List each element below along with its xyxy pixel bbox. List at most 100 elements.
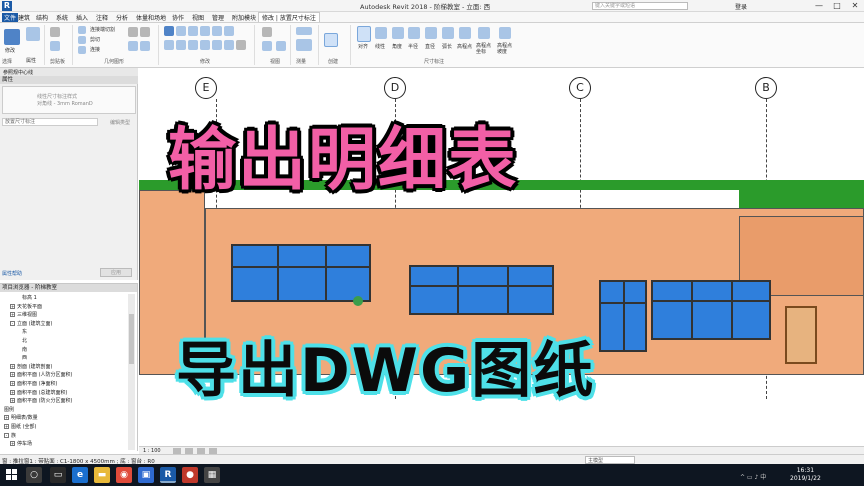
browser-tree-item[interactable]: + 剖面 (建筑剖面) — [10, 363, 53, 370]
paint-icon[interactable] — [128, 27, 138, 37]
split-element-icon[interactable] — [212, 26, 222, 36]
expand-icon[interactable]: + — [10, 303, 15, 309]
rotate-icon[interactable] — [188, 40, 198, 50]
browser-tree-item[interactable]: 北 — [22, 337, 27, 344]
instance-filter-dropdown[interactable]: 放置尺寸标注 — [2, 118, 98, 126]
grid-bubble-d[interactable]: D — [384, 77, 406, 99]
edit-type-button[interactable]: 编辑类型 — [110, 119, 130, 126]
search-icon[interactable]: ○ — [26, 467, 42, 483]
windows-start-icon[interactable] — [6, 469, 18, 481]
angular-dimension-icon[interactable] — [392, 27, 404, 39]
tab-annotate[interactable]: 注释 — [96, 13, 108, 22]
mirror-draw-icon[interactable] — [200, 26, 210, 36]
tab-view[interactable]: 视图 — [192, 13, 204, 22]
array-icon[interactable] — [200, 40, 210, 50]
copy-element-icon[interactable] — [176, 40, 186, 50]
view-override-icon[interactable] — [262, 41, 272, 51]
tab-modify-dimension[interactable]: 修改 | 放置尺寸标注 — [258, 12, 320, 22]
close-button[interactable]: ✕ — [846, 0, 864, 12]
door-right[interactable] — [785, 306, 817, 364]
spot-elevation-icon[interactable] — [459, 27, 471, 39]
expand-icon[interactable]: + — [10, 372, 15, 378]
expand-icon[interactable]: + — [4, 424, 9, 429]
browser-tree-item[interactable]: + 面积平面 (人防分区面积) — [10, 371, 73, 378]
window-upper-left[interactable] — [231, 244, 371, 302]
move-icon[interactable] — [164, 40, 174, 50]
tab-collaborate[interactable]: 协作 — [172, 13, 184, 22]
tab-manage[interactable]: 管理 — [212, 13, 224, 22]
browser-tree-item[interactable]: + 三维视图 — [10, 311, 37, 318]
browser-tree-item[interactable]: + 面积平面 (净面积) — [10, 380, 58, 387]
measure-between-icon[interactable] — [296, 27, 312, 35]
radial-dimension-icon[interactable] — [408, 27, 420, 39]
properties-icon[interactable] — [26, 27, 40, 41]
copy-icon[interactable] — [50, 41, 60, 51]
browser-tree-item[interactable]: 图例 — [4, 406, 14, 413]
browser-tree-item[interactable]: 标高 1 — [22, 294, 37, 301]
file-explorer-icon[interactable]: ▬ — [94, 467, 110, 483]
wall-join-icon[interactable] — [128, 41, 138, 51]
expand-icon[interactable]: + — [10, 312, 15, 318]
pin-icon[interactable] — [224, 40, 234, 50]
browser-tree-item[interactable]: - 立面 (建筑立面) — [10, 320, 53, 327]
tab-structure[interactable]: 结构 — [36, 13, 48, 22]
offset-icon[interactable] — [176, 26, 186, 36]
scale-icon[interactable] — [212, 40, 222, 50]
browser-scrollbar[interactable] — [128, 294, 135, 450]
arc-length-dimension-icon[interactable] — [442, 27, 454, 39]
create-group-icon[interactable] — [324, 33, 338, 47]
view-hide-icon[interactable] — [262, 27, 272, 37]
spot-coordinate-icon[interactable] — [478, 27, 490, 39]
tab-architecture[interactable]: 建筑 — [18, 13, 30, 22]
login-button[interactable]: 登录 — [735, 2, 747, 11]
browser-tree-item[interactable]: + 图纸 (全部) — [4, 423, 37, 430]
diameter-dimension-icon[interactable] — [425, 27, 437, 39]
app2-icon[interactable]: ▦ — [204, 467, 220, 483]
browser-tree-item[interactable]: + 停车场 — [10, 440, 32, 447]
system-tray[interactable]: ^ ▭ ♪ 中 — [740, 472, 766, 481]
aligned-dimension-icon[interactable] — [357, 26, 371, 42]
linear-dimension-icon[interactable] — [375, 27, 387, 39]
revit-taskbar-icon[interactable]: R — [160, 467, 176, 483]
browser-tree-item[interactable]: 南 — [22, 346, 27, 353]
taskbar-clock[interactable]: 16:31 2019/1/22 — [790, 467, 821, 483]
trim-icon[interactable] — [224, 26, 234, 36]
demolish-icon[interactable] — [140, 41, 150, 51]
expand-icon[interactable]: + — [10, 363, 15, 369]
cut-icon[interactable] — [78, 36, 86, 44]
browser-tree-item[interactable]: + 面积平面 (防火分区面积) — [10, 397, 73, 404]
task-view-icon[interactable]: ▭ — [50, 467, 66, 483]
browser-tree-item[interactable]: 东 — [22, 328, 27, 335]
expand-icon[interactable]: + — [4, 415, 9, 421]
minimize-button[interactable]: — — [810, 0, 828, 12]
revit-app-icon[interactable]: R — [2, 1, 12, 11]
collapse-icon[interactable]: - — [10, 320, 15, 326]
tab-massing-site[interactable]: 体量和场地 — [136, 13, 166, 22]
spot-slope-icon[interactable] — [499, 27, 511, 39]
edge-icon[interactable]: e — [72, 467, 88, 483]
tab-systems[interactable]: 系统 — [56, 13, 68, 22]
expand-icon[interactable]: + — [10, 389, 15, 395]
window-middle[interactable] — [409, 265, 554, 315]
tab-analyze[interactable]: 分析 — [116, 13, 128, 22]
split-face-icon[interactable] — [140, 27, 150, 37]
reference-option[interactable]: 参照规中心线 — [3, 69, 33, 76]
grid-bubble-b[interactable]: B — [755, 77, 777, 99]
browser-tree-item[interactable]: + 天花板平面 — [10, 303, 42, 310]
browser-tree-item[interactable]: 西 — [22, 354, 27, 361]
browser-tree-item[interactable]: + 面积平面 (总建筑面积) — [10, 389, 68, 396]
maximize-button[interactable]: □ — [828, 0, 846, 12]
mirror-axis-icon[interactable] — [188, 26, 198, 36]
delete-icon[interactable] — [236, 40, 246, 50]
expand-icon[interactable]: + — [10, 381, 15, 386]
measure-along-icon[interactable] — [296, 39, 312, 51]
recorder-icon[interactable]: ● — [182, 467, 198, 483]
tab-insert[interactable]: 插入 — [76, 13, 88, 22]
type-selector[interactable]: 线性尺寸标注样式 对角线 - 3mm RomanD — [2, 86, 136, 114]
tab-addins[interactable]: 附加模块 — [232, 13, 256, 22]
chrome-icon[interactable]: ◉ — [116, 467, 132, 483]
search-input[interactable]: 键入关键字或短语 — [592, 2, 688, 10]
window-right[interactable] — [651, 280, 771, 340]
browser-tree-item[interactable]: -族 — [4, 432, 16, 439]
scrollbar-thumb[interactable] — [129, 314, 134, 364]
